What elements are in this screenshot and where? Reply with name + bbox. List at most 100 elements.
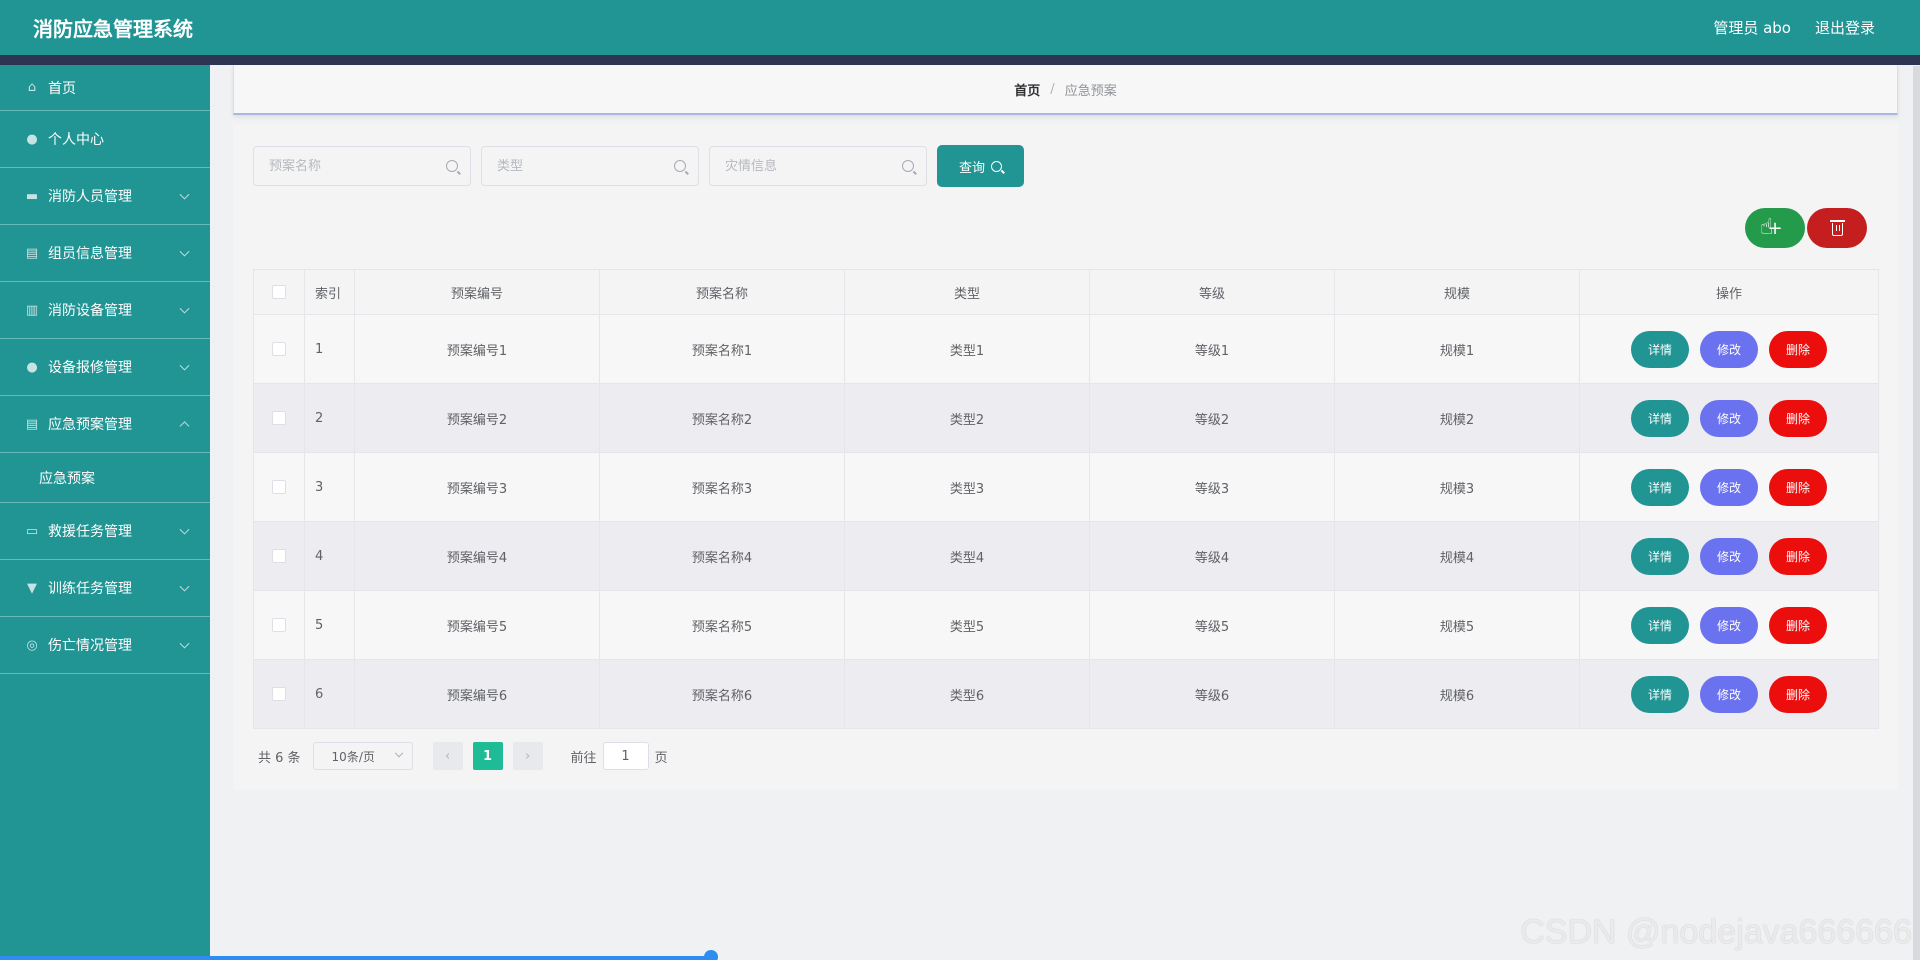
header-strip (0, 55, 1920, 65)
total-count: 共 6 条 (258, 750, 301, 766)
goto-unit: 页 (654, 750, 668, 766)
edit-button[interactable]: 修改 (1700, 468, 1758, 506)
row-select-cell (253, 590, 305, 660)
plan-name-input[interactable] (269, 158, 439, 174)
cell-index: 5 (304, 590, 355, 660)
clipboard-icon: ▤ (25, 245, 39, 261)
delete-button[interactable]: 删除 (1769, 330, 1827, 368)
logout-button[interactable]: 退出登录 (1815, 17, 1875, 38)
cell-scale: 规模2 (1334, 383, 1580, 453)
vertical-scrollbar[interactable] (1913, 66, 1920, 960)
next-page-button[interactable]: › (512, 742, 543, 770)
sidebar-item-home[interactable]: ⌂ 首页 (0, 65, 210, 111)
cell-actions: 详情 修改 删除 (1579, 383, 1879, 453)
query-button-label: 查询 (958, 160, 985, 176)
sidebar-item-training-task-management[interactable]: ▼ 训练任务管理 (0, 560, 210, 617)
detail-button[interactable]: 详情 (1631, 675, 1689, 713)
chevron-left-icon: ‹ (444, 748, 451, 764)
sidebar-item-repair-management[interactable]: ● 设备报修管理 (0, 339, 210, 396)
disaster-info-search-field[interactable] (709, 146, 927, 186)
table-header-row: 索引 预案编号 预案名称 类型 等级 规模 操作 (253, 269, 1879, 315)
edit-button[interactable]: 修改 (1700, 675, 1758, 713)
cell-plan-code: 预案编号6 (354, 659, 600, 729)
chevron-down-icon (179, 189, 190, 200)
cell-plan-name: 预案名称2 (599, 383, 845, 453)
prev-page-button[interactable]: ‹ (432, 742, 463, 770)
delete-button[interactable]: 删除 (1769, 675, 1827, 713)
row-select-cell (253, 659, 305, 729)
watermark: CSDN @nodejava666666 (1520, 913, 1912, 951)
select-all-cell (253, 269, 305, 315)
row-select-cell (253, 314, 305, 384)
detail-button[interactable]: 详情 (1631, 330, 1689, 368)
delete-button[interactable]: 删除 (1769, 537, 1827, 575)
edit-button[interactable]: 修改 (1700, 537, 1758, 575)
disaster-info-input[interactable] (725, 158, 895, 174)
type-search-field[interactable] (481, 146, 699, 186)
plan-name-search-field[interactable] (253, 146, 471, 186)
sidebar: ⌂ 首页 ● 个人中心 ▬ 消防人员管理 ▤ 组员信息管理 ▥ 消防设备管理 ●… (0, 65, 210, 960)
page-size-value: 10条/页 (331, 749, 375, 764)
cell-scale: 规模1 (1334, 314, 1580, 384)
sidebar-item-firefighter-management[interactable]: ▬ 消防人员管理 (0, 168, 210, 225)
select-all-checkbox[interactable] (272, 285, 286, 299)
emergency-plan-table: 索引 预案编号 预案名称 类型 等级 规模 操作 1 预案编号1 预案名称1 类… (253, 269, 1879, 729)
sidebar-item-emergency-plan-management[interactable]: ▤ 应急预案管理 (0, 396, 210, 453)
detail-button[interactable]: 详情 (1631, 606, 1689, 644)
sidebar-item-label: 消防人员管理 (48, 189, 132, 205)
briefcase-icon: ▬ (25, 188, 39, 204)
cell-actions: 详情 修改 删除 (1579, 314, 1879, 384)
row-select-cell (253, 383, 305, 453)
edit-button[interactable]: 修改 (1700, 606, 1758, 644)
row-checkbox[interactable] (272, 480, 286, 494)
row-checkbox[interactable] (272, 549, 286, 563)
sidebar-item-label: 消防设备管理 (48, 303, 132, 319)
row-checkbox[interactable] (272, 342, 286, 356)
query-button[interactable]: 查询 (937, 145, 1024, 187)
row-checkbox[interactable] (272, 687, 286, 701)
user-label[interactable]: 管理员 abo (1713, 17, 1791, 38)
add-button[interactable]: + (1745, 208, 1805, 248)
cell-level: 等级6 (1089, 659, 1335, 729)
sidebar-item-label: 设备报修管理 (48, 360, 132, 376)
sidebar-item-member-info-management[interactable]: ▤ 组员信息管理 (0, 225, 210, 282)
goto-page-input[interactable] (602, 742, 649, 770)
page-size-select[interactable]: 10条/页 (312, 742, 413, 770)
table-row: 6 预案编号6 预案名称6 类型6 等级6 规模6 详情 修改 删除 (253, 659, 1879, 729)
cell-scale: 规模4 (1334, 521, 1580, 591)
search-icon (674, 160, 686, 172)
delete-button[interactable]: 删除 (1769, 468, 1827, 506)
cell-plan-code: 预案编号4 (354, 521, 600, 591)
cell-index: 2 (304, 383, 355, 453)
type-input[interactable] (497, 158, 667, 174)
clipboard-icon: ▤ (25, 416, 39, 432)
sidebar-item-rescue-task-management[interactable]: ▭ 救援任务管理 (0, 503, 210, 560)
page-number-button[interactable]: 1 (472, 742, 503, 770)
sidebar-item-casualty-management[interactable]: ◎ 伤亡情况管理 (0, 617, 210, 674)
row-checkbox[interactable] (272, 411, 286, 425)
table-row: 2 预案编号2 预案名称2 类型2 等级2 规模2 详情 修改 删除 (253, 383, 1879, 453)
search-icon (446, 160, 458, 172)
detail-button[interactable]: 详情 (1631, 468, 1689, 506)
row-checkbox[interactable] (272, 618, 286, 632)
sidebar-item-emergency-plan[interactable]: 应急预案 (0, 453, 210, 503)
edit-button[interactable]: 修改 (1700, 330, 1758, 368)
sidebar-item-personal-center[interactable]: ● 个人中心 (0, 111, 210, 168)
chevron-down-icon (179, 638, 190, 649)
delete-button[interactable]: 删除 (1769, 606, 1827, 644)
edit-button[interactable]: 修改 (1700, 399, 1758, 437)
breadcrumb-home[interactable]: 首页 (1014, 80, 1040, 99)
detail-button[interactable]: 详情 (1631, 537, 1689, 575)
delete-button[interactable]: 删除 (1769, 399, 1827, 437)
cell-plan-code: 预案编号2 (354, 383, 600, 453)
sidebar-item-equipment-management[interactable]: ▥ 消防设备管理 (0, 282, 210, 339)
table-row: 1 预案编号1 预案名称1 类型1 等级1 规模1 详情 修改 删除 (253, 314, 1879, 384)
progress-handle[interactable] (704, 950, 718, 960)
cell-scale: 规模6 (1334, 659, 1580, 729)
card-icon: ▭ (25, 523, 39, 539)
detail-button[interactable]: 详情 (1631, 399, 1689, 437)
cell-type: 类型2 (844, 383, 1090, 453)
cell-type: 类型6 (844, 659, 1090, 729)
batch-delete-button[interactable] (1807, 208, 1867, 248)
cell-plan-code: 预案编号3 (354, 452, 600, 522)
